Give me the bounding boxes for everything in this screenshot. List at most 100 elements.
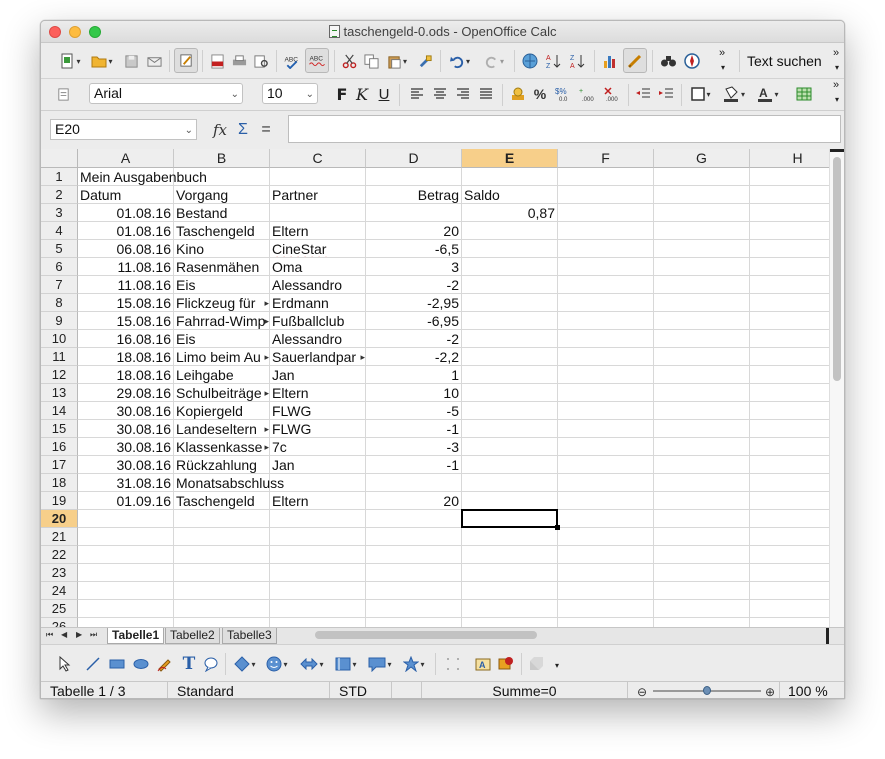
row-header-25[interactable]: 25 — [41, 600, 78, 618]
column-header-d[interactable]: D — [366, 149, 462, 168]
cell-a6[interactable]: 11.08.16 — [78, 258, 174, 276]
cell-f20[interactable] — [558, 510, 654, 528]
find-button[interactable] — [657, 50, 679, 72]
block-arrows-button[interactable] — [297, 653, 327, 675]
cell-c1[interactable] — [270, 168, 366, 186]
cell-a8[interactable]: 15.08.16 — [78, 294, 174, 312]
cell-c14[interactable]: FLWG — [270, 402, 366, 420]
cell-a20[interactable] — [78, 510, 174, 528]
cell-b26[interactable] — [174, 618, 270, 627]
cell-h12[interactable] — [750, 366, 829, 384]
cell-e26[interactable] — [462, 618, 558, 627]
cell-a23[interactable] — [78, 564, 174, 582]
drawbar-overflow-chevron-icon[interactable]: ▾ — [555, 661, 559, 670]
cell-a5[interactable]: 06.08.16 — [78, 240, 174, 258]
cell-a3[interactable]: 01.08.16 — [78, 204, 174, 222]
cell-g8[interactable] — [654, 294, 750, 312]
symbol-shapes-button[interactable] — [263, 653, 291, 675]
cell-b24[interactable] — [174, 582, 270, 600]
cell-e12[interactable] — [462, 366, 558, 384]
cell-f9[interactable] — [558, 312, 654, 330]
tab-split-handle[interactable] — [826, 628, 829, 644]
cell-g13[interactable] — [654, 384, 750, 402]
spreadsheet-grid[interactable]: A B C D E F G H 1 Mein Ausgabenbuch 2 Datum Vorgang P… — [41, 149, 829, 627]
cell-e23[interactable] — [462, 564, 558, 582]
find-bar-chevron-icon[interactable]: ▾ — [835, 63, 839, 72]
cell-table-button[interactable] — [793, 83, 815, 105]
insert-chart-button[interactable] — [599, 50, 621, 72]
cell-c3[interactable] — [270, 204, 366, 222]
cell-b25[interactable] — [174, 600, 270, 618]
cell-f10[interactable] — [558, 330, 654, 348]
cell-f13[interactable] — [558, 384, 654, 402]
cell-b17[interactable]: Rückzahlung — [174, 456, 270, 474]
cell-e17[interactable] — [462, 456, 558, 474]
status-selection-mode[interactable]: STD — [330, 682, 392, 698]
cell-f12[interactable] — [558, 366, 654, 384]
row-header-7[interactable]: 7 — [41, 276, 78, 294]
italic-button[interactable]: K — [353, 83, 371, 105]
row-header-26[interactable]: 26 — [41, 618, 78, 627]
new-doc-button[interactable] — [55, 50, 85, 72]
align-center-button[interactable] — [430, 83, 450, 105]
callout-shapes-button[interactable] — [365, 653, 395, 675]
cell-d26[interactable] — [366, 618, 462, 627]
cell-e24[interactable] — [462, 582, 558, 600]
cell-c13[interactable]: Eltern — [270, 384, 366, 402]
cell-b16[interactable]: Klassenkasse — [174, 438, 270, 456]
find-text-button[interactable]: Text suchen — [739, 50, 835, 72]
cell-e2[interactable]: Saldo — [462, 186, 558, 204]
cell-d7[interactable]: -2 — [366, 276, 462, 294]
cell-g24[interactable] — [654, 582, 750, 600]
row-header-3[interactable]: 3 — [41, 204, 78, 222]
redo-button[interactable] — [479, 50, 509, 72]
toolbar-overflow-chevron-icon[interactable]: ▾ — [721, 63, 725, 72]
row-header-18[interactable]: 18 — [41, 474, 78, 492]
format-bar-overflow-icon[interactable]: » — [833, 79, 839, 91]
save-button[interactable] — [121, 50, 141, 72]
cell-g6[interactable] — [654, 258, 750, 276]
bold-button[interactable]: F — [333, 83, 351, 105]
cell-f26[interactable] — [558, 618, 654, 627]
cell-g18[interactable] — [654, 474, 750, 492]
find-bar-overflow-icon[interactable]: » — [833, 47, 839, 59]
sheet-tab-tabelle3[interactable]: Tabelle3 — [222, 628, 277, 644]
cell-b8[interactable]: Flickzeug für — [174, 294, 270, 312]
row-header-10[interactable]: 10 — [41, 330, 78, 348]
cell-a11[interactable]: 18.08.16 — [78, 348, 174, 366]
cell-g16[interactable] — [654, 438, 750, 456]
row-header-19[interactable]: 19 — [41, 492, 78, 510]
cell-e9[interactable] — [462, 312, 558, 330]
cell-a2[interactable]: Datum — [78, 186, 174, 204]
cell-f19[interactable] — [558, 492, 654, 510]
column-header-e[interactable]: E — [462, 149, 558, 168]
cell-f2[interactable] — [558, 186, 654, 204]
cell-h21[interactable] — [750, 528, 829, 546]
cell-b22[interactable] — [174, 546, 270, 564]
cell-h1[interactable] — [750, 168, 829, 186]
cell-a10[interactable]: 16.08.16 — [78, 330, 174, 348]
cell-f21[interactable] — [558, 528, 654, 546]
cell-e22[interactable] — [462, 546, 558, 564]
cell-g17[interactable] — [654, 456, 750, 474]
cell-f14[interactable] — [558, 402, 654, 420]
zoom-percentage[interactable]: 100 % — [779, 682, 844, 698]
cell-a14[interactable]: 30.08.16 — [78, 402, 174, 420]
cell-b7[interactable]: Eis — [174, 276, 270, 294]
row-header-5[interactable]: 5 — [41, 240, 78, 258]
cell-d12[interactable]: 1 — [366, 366, 462, 384]
formula-button[interactable]: = — [256, 119, 276, 141]
formula-input[interactable] — [288, 115, 841, 143]
styles-button[interactable] — [53, 83, 73, 105]
edit-mode-button[interactable] — [174, 48, 198, 73]
undo-button[interactable] — [445, 50, 475, 72]
vertical-scroll-thumb[interactable] — [833, 157, 841, 381]
cell-a16[interactable]: 30.08.16 — [78, 438, 174, 456]
align-right-button[interactable] — [453, 83, 473, 105]
cell-e11[interactable] — [462, 348, 558, 366]
cell-g4[interactable] — [654, 222, 750, 240]
cell-g26[interactable] — [654, 618, 750, 627]
cell-h11[interactable] — [750, 348, 829, 366]
cell-c9[interactable]: Fußballclub — [270, 312, 366, 330]
cell-h19[interactable] — [750, 492, 829, 510]
